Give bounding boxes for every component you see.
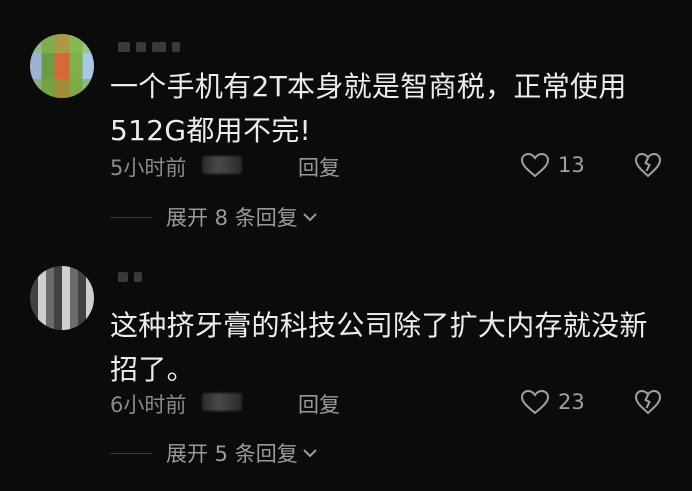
broken-heart-icon (634, 152, 662, 178)
comment-text: 这种挤牙膏的科技公司除了扩大内存就没新招了。 (110, 309, 648, 386)
like-count: 23 (558, 390, 585, 414)
expand-replies-label: 展开 8 条回复 (166, 206, 298, 230)
location-blurred (202, 156, 242, 174)
username-blurred[interactable] (118, 38, 180, 56)
location-blurred (202, 393, 242, 411)
expand-replies-label: 展开 5 条回复 (166, 442, 298, 466)
expand-replies-button[interactable]: 展开 8 条回复 (110, 202, 318, 232)
reply-button[interactable]: 回复 (298, 389, 340, 419)
username-blurred[interactable] (118, 268, 142, 286)
reply-button[interactable]: 回复 (298, 152, 340, 182)
comment-meta: 5小时前 回复 13 (110, 152, 680, 182)
chevron-down-icon (302, 211, 318, 223)
like-button[interactable]: 23 (520, 389, 585, 415)
divider-line (110, 452, 152, 454)
expand-replies-button[interactable]: 展开 5 条回复 (110, 438, 318, 468)
dislike-button[interactable] (634, 389, 662, 415)
chevron-down-icon (302, 447, 318, 459)
comment-time: 6小时前 (110, 393, 187, 417)
avatar[interactable] (30, 266, 94, 330)
like-count: 13 (558, 153, 585, 177)
like-button[interactable]: 13 (520, 152, 585, 178)
broken-heart-icon (634, 389, 662, 415)
avatar[interactable] (30, 34, 94, 98)
heart-icon (520, 152, 550, 178)
divider-line (110, 216, 152, 218)
heart-icon (520, 389, 550, 415)
comment-time: 5小时前 (110, 156, 187, 180)
dislike-button[interactable] (634, 152, 662, 178)
comment-text: 一个手机有2T本身就是智商税，正常使用512G都用不完! (110, 70, 627, 147)
comment-meta: 6小时前 回复 23 (110, 389, 680, 419)
